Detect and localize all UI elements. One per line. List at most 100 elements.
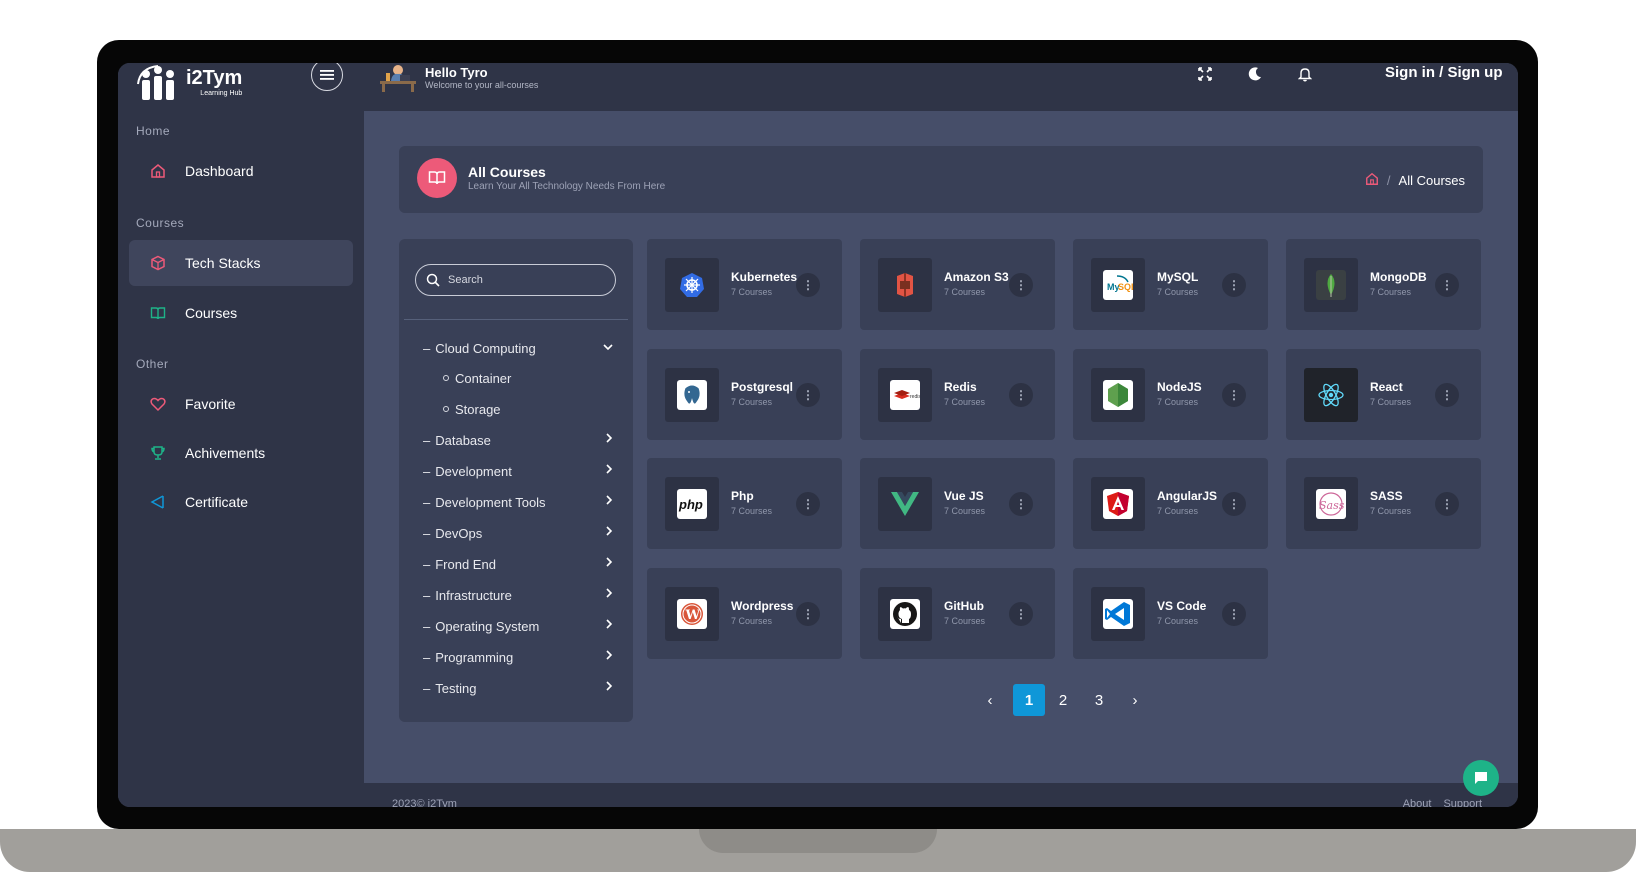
trophy-icon xyxy=(149,444,167,462)
more-options-button[interactable]: ⋮ xyxy=(1009,273,1033,297)
sidebar-item-label: Courses xyxy=(185,305,238,321)
course-card-wordpress[interactable]: W Wordpress 7 Courses ⋮ xyxy=(647,568,842,659)
divider xyxy=(404,319,628,320)
sidebar-item-dashboard[interactable]: Dashboard xyxy=(129,148,353,194)
course-name: AngularJS xyxy=(1157,489,1218,503)
sidebar-item-label: Achivements xyxy=(185,445,266,461)
more-options-button[interactable]: ⋮ xyxy=(796,602,820,626)
category-operating-system[interactable]: – Operating System xyxy=(423,616,613,636)
sidebar-item-favorite[interactable]: Favorite xyxy=(129,381,353,427)
course-card-php[interactable]: php Php 7 Courses ⋮ xyxy=(647,458,842,549)
category-database[interactable]: – Database xyxy=(423,430,613,450)
more-options-button[interactable]: ⋮ xyxy=(1009,602,1033,626)
box-icon xyxy=(149,254,167,272)
app-screen: i2Tym Learning Hub Home Dashboard Course… xyxy=(118,63,1518,807)
pagination-page-3[interactable]: 3 xyxy=(1087,684,1111,716)
course-card-postgresql[interactable]: Postgresql 7 Courses ⋮ xyxy=(647,349,842,440)
course-card-amazon-s3[interactable]: Amazon S3 7 Courses ⋮ xyxy=(860,239,1055,330)
more-options-button[interactable]: ⋮ xyxy=(1435,492,1459,516)
course-card-kubernetes[interactable]: Kubernetes 7 Courses ⋮ xyxy=(647,239,842,330)
course-card-nodejs[interactable]: NodeJS 7 Courses ⋮ xyxy=(1073,349,1268,440)
footer-link-about[interactable]: About xyxy=(1403,798,1432,807)
course-count: 7 Courses xyxy=(1370,287,1412,297)
book-open-icon xyxy=(417,158,457,198)
more-options-button[interactable]: ⋮ xyxy=(1009,492,1033,516)
moon-icon xyxy=(1248,67,1261,81)
course-card-github[interactable]: GitHub 7 Courses ⋮ xyxy=(860,568,1055,659)
sidebar-item-label: Tech Stacks xyxy=(185,255,261,271)
more-options-button[interactable]: ⋮ xyxy=(796,383,820,407)
fullscreen-button[interactable] xyxy=(1192,63,1218,85)
category-development-tools[interactable]: – Development Tools xyxy=(423,492,613,512)
course-count: 7 Courses xyxy=(1157,506,1199,516)
more-options-button[interactable]: ⋮ xyxy=(1222,492,1246,516)
sidebar-section-home: Home xyxy=(136,124,171,138)
chevron-right-icon xyxy=(605,432,613,446)
more-options-button[interactable]: ⋮ xyxy=(1009,383,1033,407)
chevron-right-icon xyxy=(605,618,613,632)
category-testing[interactable]: – Testing xyxy=(423,678,613,698)
course-card-vs-code[interactable]: VS Code 7 Courses ⋮ xyxy=(1073,568,1268,659)
course-card-sass[interactable]: Sass SASS 7 Courses ⋮ xyxy=(1286,458,1481,549)
footer-link-support[interactable]: Support xyxy=(1443,798,1482,807)
more-options-button[interactable]: ⋮ xyxy=(796,492,820,516)
notifications-button[interactable] xyxy=(1292,63,1318,85)
subcategory-storage[interactable]: Storage xyxy=(443,399,501,419)
category-development[interactable]: – Development xyxy=(423,461,613,481)
pagination-page-1[interactable]: 1 xyxy=(1013,684,1045,716)
sidebar-item-achivements[interactable]: Achivements xyxy=(129,430,353,476)
pagination-page-2[interactable]: 2 xyxy=(1051,684,1075,716)
sign-in-link[interactable]: Sign in / Sign up xyxy=(1385,64,1503,81)
more-options-button[interactable]: ⋮ xyxy=(1222,273,1246,297)
menu-toggle-button[interactable] xyxy=(311,63,343,91)
breadcrumb-home-icon[interactable] xyxy=(1365,172,1379,189)
dash-icon: – xyxy=(423,525,431,541)
course-count: 7 Courses xyxy=(1157,616,1199,626)
search-input[interactable] xyxy=(448,274,608,286)
course-name: NodeJS xyxy=(1157,380,1202,394)
pagination-next[interactable]: › xyxy=(1125,684,1145,716)
category-infrastructure[interactable]: – Infrastructure xyxy=(423,585,613,605)
more-options-button[interactable]: ⋮ xyxy=(796,273,820,297)
dash-icon: – xyxy=(423,587,431,603)
sidebar-item-certificate[interactable]: Certificate xyxy=(129,479,353,525)
more-options-button[interactable]: ⋮ xyxy=(1435,273,1459,297)
postgresql-icon xyxy=(665,368,719,422)
sidebar-section-courses: Courses xyxy=(136,216,185,230)
more-options-button[interactable]: ⋮ xyxy=(1222,602,1246,626)
category-label: Testing xyxy=(435,680,477,696)
category-devops[interactable]: – DevOps xyxy=(423,523,613,543)
dash-icon: – xyxy=(423,340,431,356)
sidebar-item-tech-stacks[interactable]: Tech Stacks xyxy=(129,240,353,286)
course-card-mongodb[interactable]: MongoDB 7 Courses ⋮ xyxy=(1286,239,1481,330)
chevron-right-icon xyxy=(605,525,613,539)
course-card-redis[interactable]: redis Redis 7 Courses ⋮ xyxy=(860,349,1055,440)
course-count: 7 Courses xyxy=(1370,397,1412,407)
course-card-mysql[interactable]: MySQL MySQL 7 Courses ⋮ xyxy=(1073,239,1268,330)
category-frond-end[interactable]: – Frond End xyxy=(423,554,613,574)
course-card-vue-js[interactable]: Vue JS 7 Courses ⋮ xyxy=(860,458,1055,549)
chevron-right-icon xyxy=(605,649,613,663)
category-label: Frond End xyxy=(435,556,496,572)
course-card-react[interactable]: React 7 Courses ⋮ xyxy=(1286,349,1481,440)
course-card-angularjs[interactable]: AngularJS 7 Courses ⋮ xyxy=(1073,458,1268,549)
pagination-prev[interactable]: ‹ xyxy=(980,684,1000,716)
chat-button[interactable] xyxy=(1463,760,1499,796)
github-icon xyxy=(878,587,932,641)
subcategory-label: Storage xyxy=(455,401,501,417)
course-name: MongoDB xyxy=(1370,270,1427,284)
more-options-button[interactable]: ⋮ xyxy=(1435,383,1459,407)
sidebar-item-courses[interactable]: Courses xyxy=(129,290,353,336)
category-programming[interactable]: – Programming xyxy=(423,647,613,667)
subcategory-container[interactable]: Container xyxy=(443,368,511,388)
dark-mode-toggle[interactable] xyxy=(1242,63,1268,85)
category-cloud-computing[interactable]: – Cloud Computing xyxy=(423,338,613,358)
kebab-icon: ⋮ xyxy=(1015,388,1027,402)
more-options-button[interactable]: ⋮ xyxy=(1222,383,1246,407)
category-label: Programming xyxy=(435,649,514,665)
kebab-icon: ⋮ xyxy=(1228,278,1240,292)
course-name: MySQL xyxy=(1157,270,1199,284)
brand-logo[interactable]: i2Tym Learning Hub xyxy=(136,63,242,103)
category-label: Development xyxy=(435,463,512,479)
mysql-icon: MySQL xyxy=(1091,258,1145,312)
